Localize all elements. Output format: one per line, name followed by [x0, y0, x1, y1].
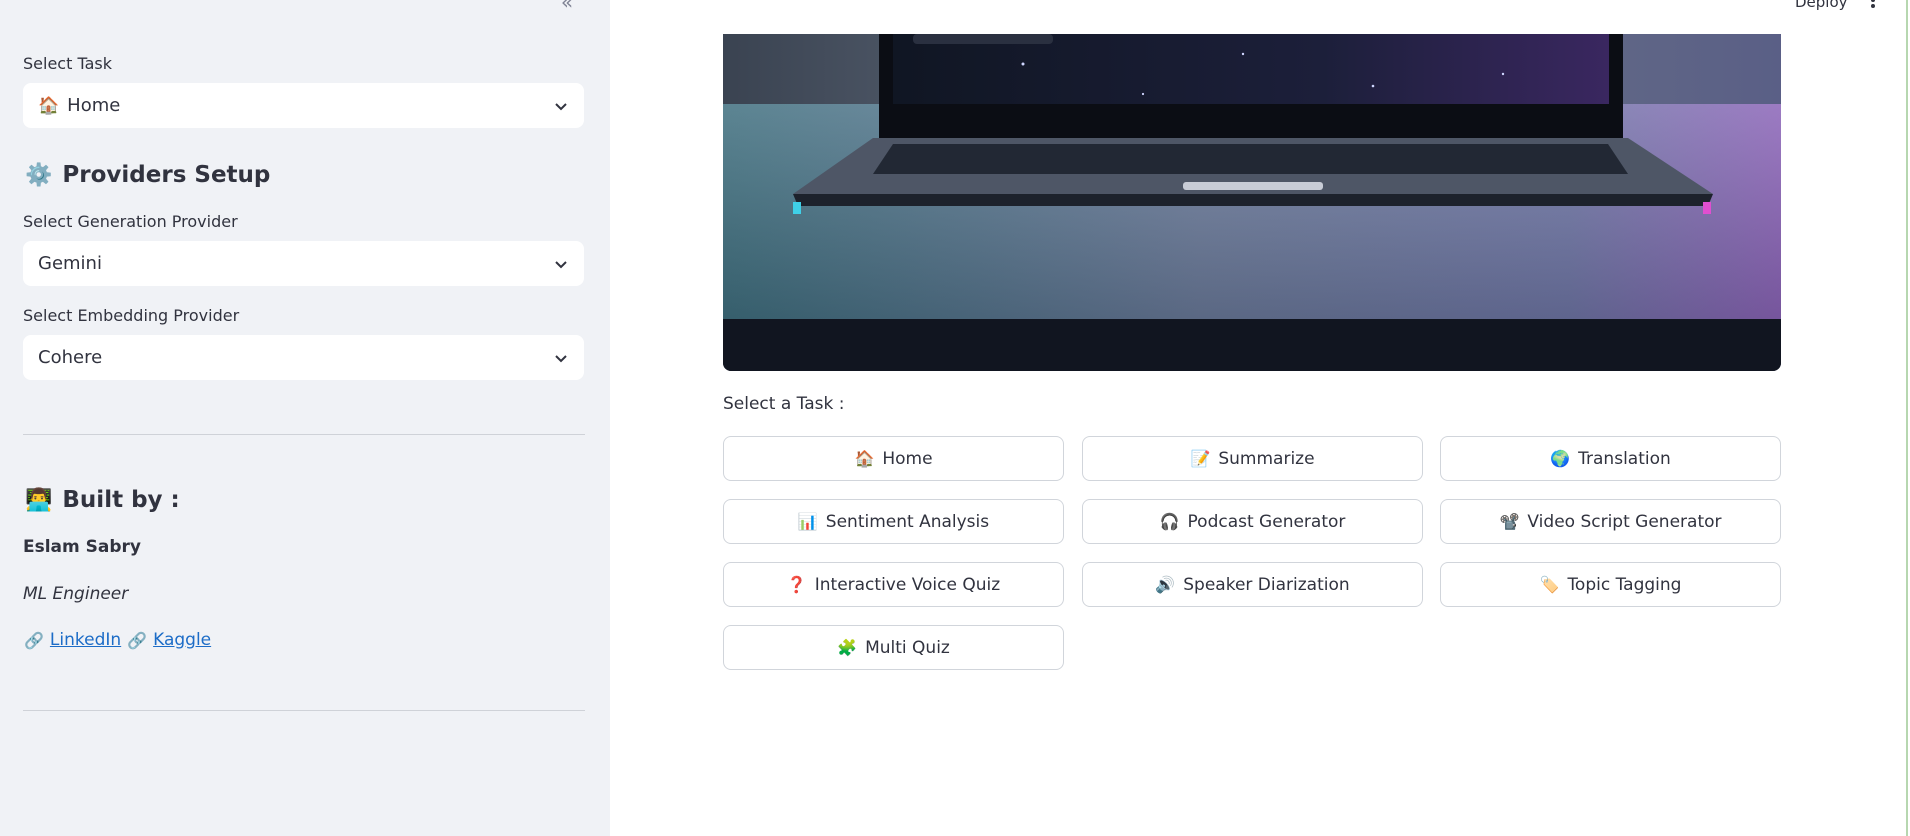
speaker-icon: 🔊: [1155, 575, 1176, 594]
select-task-label: Select Task: [23, 54, 112, 73]
built-by-title: Built by :: [62, 487, 180, 513]
link-icon: 🔗: [127, 630, 148, 650]
hero-image: [723, 34, 1781, 371]
gear-icon: ⚙️: [25, 162, 53, 188]
chevron-down-icon: [555, 260, 567, 268]
task-button-podcast-generator[interactable]: 🎧 Podcast Generator: [1082, 499, 1423, 544]
deploy-button[interactable]: Deploy: [1795, 0, 1848, 11]
task-button-label: Topic Tagging: [1567, 574, 1682, 595]
task-button-label: Multi Quiz: [865, 637, 950, 658]
task-button-video-script-generator[interactable]: 📽️ Video Script Generator: [1440, 499, 1781, 544]
built-by-heading: 👨‍💻 Built by :: [25, 487, 180, 513]
task-button-home[interactable]: 🏠 Home: [723, 436, 1064, 481]
sidebar-divider: [23, 434, 585, 435]
task-button-label: Speaker Diarization: [1183, 574, 1350, 595]
task-button-translation[interactable]: 🌍 Translation: [1440, 436, 1781, 481]
kaggle-link[interactable]: Kaggle: [153, 630, 211, 650]
generation-provider-dropdown[interactable]: Gemini: [23, 241, 584, 286]
task-button-multi-quiz[interactable]: 🧩 Multi Quiz: [723, 625, 1064, 670]
chevron-down-icon: [555, 354, 567, 362]
chevron-down-icon: [555, 102, 567, 110]
social-links: 🔗 LinkedIn 🔗 Kaggle: [24, 630, 211, 650]
collapse-sidebar-icon[interactable]: «: [553, 0, 581, 16]
question-mark-icon: ❓: [786, 575, 807, 594]
task-button-topic-tagging[interactable]: 🏷️ Topic Tagging: [1440, 562, 1781, 607]
viewport-edge: [1906, 0, 1908, 836]
task-button-label: Summarize: [1218, 448, 1315, 469]
task-button-label: Interactive Voice Quiz: [814, 574, 1001, 595]
puzzle-piece-icon: 🧩: [837, 638, 858, 657]
embedding-provider-label: Select Embedding Provider: [23, 306, 240, 325]
providers-setup-heading: ⚙️ Providers Setup: [25, 162, 270, 188]
generation-provider-value: Gemini: [38, 253, 102, 274]
house-icon: 🏠: [38, 95, 60, 116]
main-menu-icon[interactable]: [1866, 0, 1880, 12]
film-projector-icon: 📽️: [1499, 512, 1520, 531]
task-button-speaker-diarization[interactable]: 🔊 Speaker Diarization: [1082, 562, 1423, 607]
task-button-label: Podcast Generator: [1187, 511, 1346, 532]
embedding-provider-dropdown[interactable]: Cohere: [23, 335, 584, 380]
bar-chart-icon: 📊: [797, 512, 818, 531]
embedding-provider-value: Cohere: [38, 347, 103, 368]
providers-setup-title: Providers Setup: [62, 162, 271, 188]
linkedin-link[interactable]: LinkedIn: [50, 630, 121, 650]
sidebar-divider: [23, 710, 585, 711]
select-a-task-label: Select a Task :: [723, 394, 845, 414]
laptop-illustration: [723, 34, 1781, 371]
author-name: Eslam Sabry: [23, 537, 142, 557]
task-button-sentiment-analysis[interactable]: 📊 Sentiment Analysis: [723, 499, 1064, 544]
generation-provider-label: Select Generation Provider: [23, 212, 238, 231]
label-tag-icon: 🏷️: [1539, 575, 1560, 594]
technologist-icon: 👨‍💻: [25, 487, 53, 513]
task-button-label: Home: [882, 448, 933, 469]
select-task-dropdown[interactable]: 🏠 Home: [23, 83, 584, 128]
memo-icon: 📝: [1190, 449, 1211, 468]
link-icon: 🔗: [24, 630, 44, 650]
select-task-value: Home: [67, 95, 121, 116]
task-button-label: Translation: [1578, 448, 1671, 469]
globe-icon: 🌍: [1550, 449, 1571, 468]
headphones-icon: 🎧: [1159, 512, 1180, 531]
app-root: « Select Task 🏠 Home ⚙️ Providers Setup …: [0, 0, 1910, 836]
house-icon: 🏠: [854, 449, 875, 468]
task-button-label: Sentiment Analysis: [825, 511, 990, 532]
task-button-interactive-voice-quiz[interactable]: ❓ Interactive Voice Quiz: [723, 562, 1064, 607]
task-button-label: Video Script Generator: [1527, 511, 1722, 532]
sidebar: « Select Task 🏠 Home ⚙️ Providers Setup …: [0, 0, 610, 836]
task-button-summarize[interactable]: 📝 Summarize: [1082, 436, 1423, 481]
author-role: ML Engineer: [23, 584, 129, 604]
